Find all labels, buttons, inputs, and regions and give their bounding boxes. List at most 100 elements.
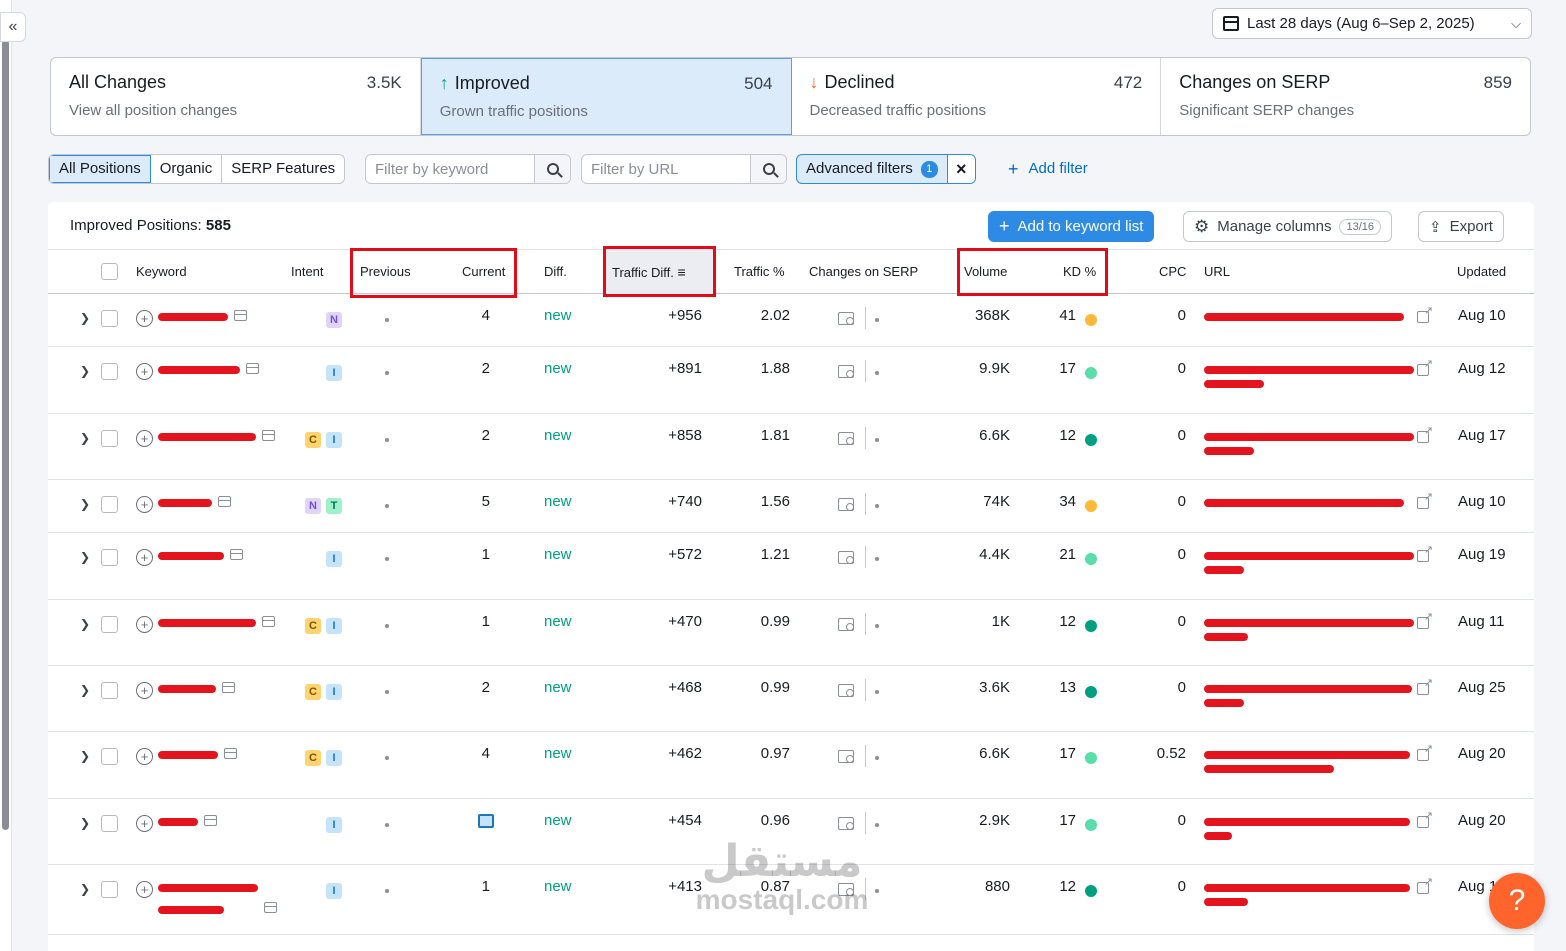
row-checkbox[interactable] [101, 682, 118, 699]
table-row[interactable]: ❯ + I 2 new +891 1.88 9.9K 17 0 Aug 12 [48, 347, 1534, 414]
serp-preview-icon[interactable] [224, 748, 237, 759]
redacted-url[interactable] [1204, 832, 1232, 840]
segment-all-positions[interactable]: All Positions [49, 155, 151, 183]
redacted-url[interactable] [1204, 499, 1404, 507]
table-row[interactable]: ❯ + Inew +454 0.96 2.9K 17 0 Aug 20 [48, 799, 1534, 865]
tab-all-changes[interactable]: All Changes 3.5K View all position changes [51, 58, 421, 135]
row-checkbox[interactable] [101, 496, 118, 513]
keyword-filter-input[interactable] [366, 155, 534, 183]
col-changes-serp[interactable]: Changes on SERP [809, 250, 918, 294]
col-traffic-pct[interactable]: Traffic % [734, 250, 785, 294]
row-checkbox[interactable] [101, 748, 118, 765]
add-keyword-plus-icon[interactable]: + [136, 881, 153, 898]
redacted-url[interactable] [1204, 633, 1248, 641]
expand-row-chevron-icon[interactable]: ❯ [80, 882, 90, 896]
col-current[interactable]: Current [462, 250, 505, 294]
add-keyword-plus-icon[interactable]: + [136, 616, 153, 633]
row-checkbox[interactable] [101, 310, 118, 327]
serp-snapshot-icon[interactable] [838, 432, 854, 445]
serp-preview-icon[interactable] [218, 496, 231, 507]
expand-row-chevron-icon[interactable]: ❯ [80, 431, 90, 445]
col-kd[interactable]: KD % [1063, 250, 1096, 294]
serp-snapshot-icon[interactable] [838, 365, 854, 378]
col-volume[interactable]: Volume [964, 250, 1007, 294]
serp-snapshot-icon[interactable] [838, 551, 854, 564]
redacted-url[interactable] [1204, 898, 1248, 906]
table-row[interactable]: ❯ + NT 5 new +740 1.56 74K 34 0 Aug 10 [48, 480, 1534, 533]
add-keyword-plus-icon[interactable]: + [136, 682, 153, 699]
redacted-url[interactable] [1204, 751, 1410, 759]
serp-snapshot-icon[interactable] [838, 498, 854, 511]
serp-preview-icon[interactable] [262, 616, 275, 627]
external-link-icon[interactable] [1417, 424, 1433, 443]
row-checkbox[interactable] [101, 616, 118, 633]
redacted-url[interactable] [1204, 765, 1334, 773]
redacted-url[interactable] [1204, 685, 1412, 693]
redacted-url[interactable] [1204, 552, 1414, 560]
row-checkbox[interactable] [101, 881, 118, 898]
add-keyword-plus-icon[interactable]: + [136, 430, 153, 447]
expand-row-chevron-icon[interactable]: ❯ [80, 497, 90, 511]
col-traffic-diff[interactable]: Traffic Diff. ≡ [605, 250, 715, 295]
expand-row-chevron-icon[interactable]: ❯ [80, 816, 90, 830]
col-previous[interactable]: Previous [360, 250, 411, 294]
expand-row-chevron-icon[interactable]: ❯ [80, 617, 90, 631]
expand-row-chevron-icon[interactable]: ❯ [80, 311, 90, 325]
table-row[interactable]: ❯ + CI 2 new +858 1.81 6.6K 12 0 Aug 17 [48, 414, 1534, 480]
col-diff[interactable]: Diff. [544, 250, 567, 294]
clear-filters-button[interactable]: × [946, 155, 975, 183]
col-updated[interactable]: Updated [1457, 250, 1506, 294]
keyword-search-button[interactable] [534, 155, 570, 183]
redacted-url[interactable] [1204, 380, 1264, 388]
serp-snapshot-icon[interactable] [838, 750, 854, 763]
expand-row-chevron-icon[interactable]: ❯ [80, 749, 90, 763]
serp-preview-icon[interactable] [230, 549, 243, 560]
external-link-icon[interactable] [1417, 357, 1433, 376]
row-checkbox[interactable] [101, 815, 118, 832]
redacted-url[interactable] [1204, 566, 1244, 574]
serp-preview-icon[interactable] [204, 815, 217, 826]
serp-snapshot-icon[interactable] [838, 618, 854, 631]
redacted-url[interactable] [1204, 447, 1254, 455]
external-link-icon[interactable] [1417, 809, 1433, 828]
redacted-url[interactable] [1204, 366, 1414, 374]
table-row[interactable]: ❯ + CI 1 new +470 0.99 1K 12 0 Aug 11 [48, 600, 1534, 666]
table-row[interactable]: ❯ + N 4 new +956 2.02 368K 41 0 Aug 10 [48, 294, 1534, 347]
redacted-url[interactable] [1204, 313, 1404, 321]
expand-row-chevron-icon[interactable]: ❯ [80, 364, 90, 378]
url-search-button[interactable] [750, 155, 786, 183]
serp-preview-icon[interactable] [264, 902, 277, 913]
add-keyword-plus-icon[interactable]: + [136, 748, 153, 765]
help-button[interactable]: ? [1489, 873, 1545, 929]
row-checkbox[interactable] [101, 430, 118, 447]
row-checkbox[interactable] [101, 549, 118, 566]
serp-preview-icon[interactable] [234, 310, 247, 321]
expand-row-chevron-icon[interactable]: ❯ [80, 683, 90, 697]
table-row[interactable]: ❯+I1new+4130.87880120Aug 1 [48, 865, 1534, 935]
scroll-thumb[interactable] [2, 40, 9, 830]
manage-columns-button[interactable]: ⚙ Manage columns 13/16 [1183, 211, 1393, 242]
segment-organic[interactable]: Organic [151, 155, 223, 183]
expand-row-chevron-icon[interactable]: ❯ [80, 550, 90, 564]
tab-declined[interactable]: ↓ Declined 472 Decreased traffic positions [792, 58, 1162, 135]
add-keyword-plus-icon[interactable]: + [136, 310, 153, 327]
external-link-icon[interactable] [1417, 490, 1433, 509]
external-link-icon[interactable] [1417, 543, 1433, 562]
col-intent[interactable]: Intent [291, 250, 324, 294]
segment-serp-features[interactable]: SERP Features [222, 155, 344, 183]
redacted-url[interactable] [1204, 619, 1414, 627]
col-url[interactable]: URL [1204, 250, 1230, 294]
add-keyword-plus-icon[interactable]: + [136, 815, 153, 832]
external-link-icon[interactable] [1417, 304, 1433, 323]
external-link-icon[interactable] [1417, 742, 1433, 761]
table-row[interactable]: ❯ + CI 2 new +468 0.99 3.6K 13 0 Aug 25 [48, 666, 1534, 732]
url-filter-input[interactable] [582, 155, 750, 183]
redacted-url[interactable] [1204, 818, 1410, 826]
add-filter-button[interactable]: + Add filter [1008, 154, 1088, 184]
external-link-icon[interactable] [1417, 676, 1433, 695]
export-button[interactable]: ⇪ Export [1418, 211, 1504, 242]
collapse-sidebar-button[interactable]: « [0, 12, 26, 42]
redacted-url[interactable] [1204, 433, 1414, 441]
redacted-url[interactable] [1204, 699, 1244, 707]
row-checkbox[interactable] [101, 363, 118, 380]
